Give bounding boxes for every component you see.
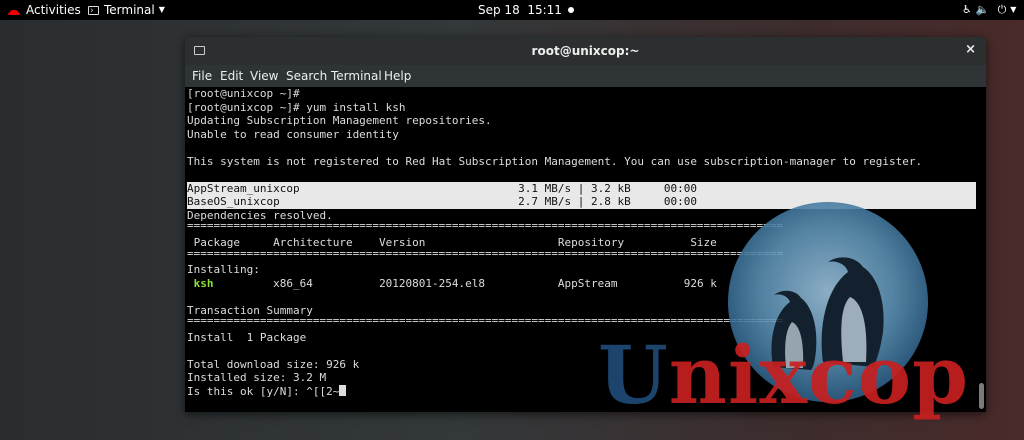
window-title: root@unixcop:~ bbox=[531, 44, 640, 58]
package-name: ksh bbox=[193, 276, 214, 290]
menu-bar: File Edit View Search Terminal Help bbox=[185, 65, 986, 87]
prompt-line: Is this ok [y/N]: ^[[2~ bbox=[187, 384, 347, 399]
volume-icon: 🔈 bbox=[975, 3, 990, 16]
separator-line: ========================================… bbox=[187, 247, 784, 260]
menu-edit[interactable]: Edit bbox=[220, 65, 243, 87]
chevron-down-icon: ▼ bbox=[1010, 5, 1017, 14]
top-bar: Activities Terminal ▼ Sep 18 15:11 ♿ 🔈 ⏻… bbox=[0, 0, 1024, 21]
terminal-line: Total download size: 926 k bbox=[187, 357, 360, 371]
terminal-line: Unable to read consumer identity bbox=[187, 127, 399, 141]
terminal-window: root@unixcop:~ × File Edit View Search T… bbox=[185, 37, 986, 412]
terminal-line: Installed size: 3.2 M bbox=[187, 371, 327, 384]
system-menu-button[interactable]: ♿ 🔈 ⏻ ▼ bbox=[958, 0, 1016, 20]
app-menu-button[interactable]: Terminal ▼ bbox=[88, 0, 165, 21]
menu-view[interactable]: View bbox=[250, 65, 278, 87]
menu-search[interactable]: Search bbox=[286, 65, 327, 87]
window-titlebar[interactable]: root@unixcop:~ × bbox=[185, 37, 986, 65]
scrollbar-thumb[interactable] bbox=[979, 383, 984, 409]
terminal-line: This system is not registered to Red Hat… bbox=[187, 154, 923, 168]
clock-button[interactable]: Sep 18 15:11 bbox=[478, 0, 574, 20]
terminal-icon bbox=[88, 1, 99, 21]
separator-line: ========================================… bbox=[187, 219, 784, 232]
activities-button[interactable]: Activities bbox=[8, 0, 81, 20]
separator-line: ========================================… bbox=[187, 314, 784, 327]
terminal-line-highlighted: AppStream_unixcop 3.1 MB/s | 3.2 kB 00:0… bbox=[187, 181, 976, 195]
close-icon[interactable]: × bbox=[965, 42, 976, 57]
app-menu-label: Terminal bbox=[104, 3, 155, 17]
chevron-down-icon: ▼ bbox=[158, 5, 165, 14]
terminal-line: Install 1 Package bbox=[187, 330, 307, 344]
accessibility-icon: ♿ bbox=[962, 3, 972, 16]
package-row: ksh x86_64 20120801-254.el8 AppStream 92… bbox=[187, 277, 717, 291]
terminal-line: [root@unixcop ~]# bbox=[187, 87, 300, 100]
clock-label: Sep 18 15:11 bbox=[478, 3, 562, 17]
menu-file[interactable]: File bbox=[192, 65, 212, 87]
terminal-line: Updating Subscription Management reposit… bbox=[187, 114, 492, 127]
scrollbar[interactable] bbox=[976, 87, 986, 412]
recording-dot-icon bbox=[567, 7, 574, 13]
menu-help[interactable]: Help bbox=[384, 65, 411, 87]
terminal-line: Installing: bbox=[187, 263, 260, 276]
terminal-line-highlighted: BaseOS_unixcop 2.7 MB/s | 2.8 kB 00:00 bbox=[187, 195, 976, 209]
terminal-line: [root@unixcop ~]# yum install ksh bbox=[187, 100, 406, 114]
prompt-text: Is this ok [y/N]: ^[[2~ bbox=[187, 384, 340, 398]
package-details: x86_64 20120801-254.el8 AppStream 926 k bbox=[213, 276, 717, 290]
activities-label: Activities bbox=[26, 3, 81, 17]
power-icon: ⏻ bbox=[997, 3, 1007, 16]
terminal-output[interactable]: [root@unixcop ~]# [root@unixcop ~]# yum … bbox=[185, 87, 986, 412]
menu-terminal[interactable]: Terminal bbox=[331, 65, 382, 87]
text-cursor bbox=[339, 384, 347, 396]
redhat-icon bbox=[8, 6, 20, 15]
